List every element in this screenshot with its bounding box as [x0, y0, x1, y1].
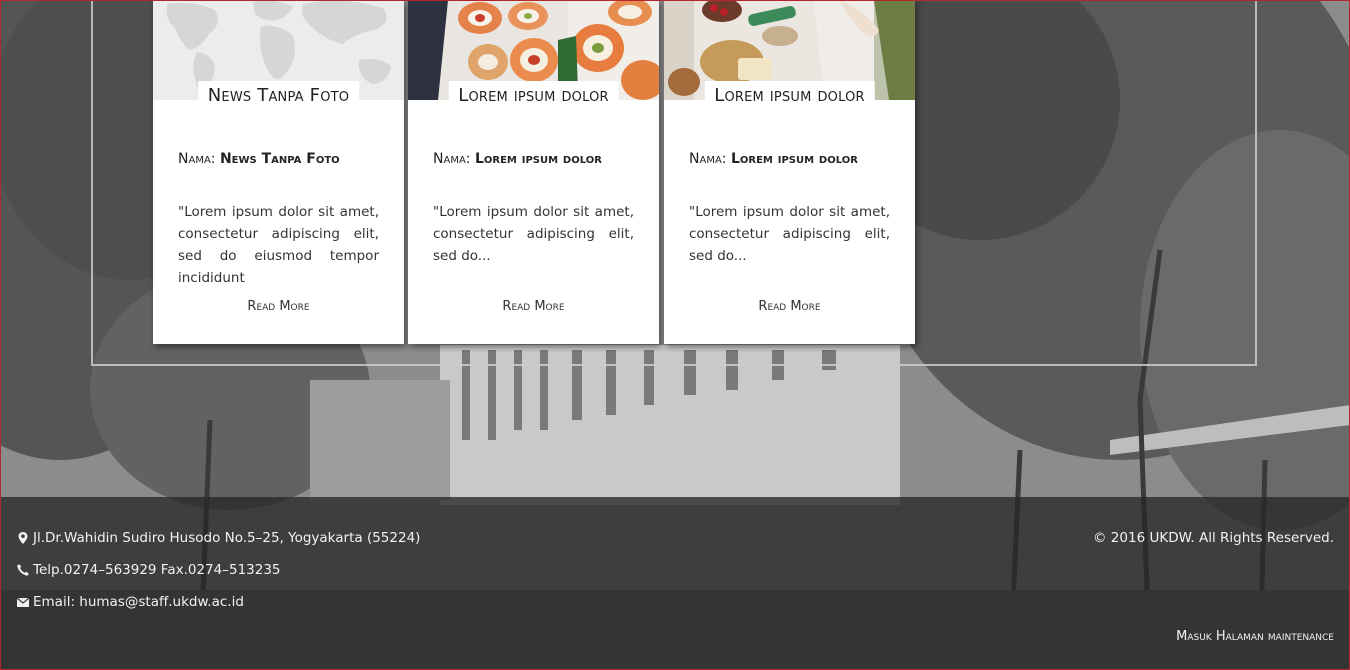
site-footer: Jl.Dr.Wahidin Sudiro Husodo No.5–25, Yog… [0, 497, 1350, 670]
meta-value: Lorem ipsum dolor [730, 151, 858, 167]
phone-text: Telp.0274–563929 Fax.0274–513235 [33, 562, 281, 578]
news-card[interactable]: Lorem ipsum dolor Nama: Lorem ipsum dolo… [408, 0, 659, 344]
news-card-title[interactable]: Lorem ipsum dolor [704, 81, 875, 111]
news-card-excerpt: "Lorem ipsum dolor sit amet, consectetur… [689, 204, 890, 264]
news-card-meta: Nama: Lorem ipsum dolor [689, 151, 858, 167]
read-more-link[interactable]: Read More [664, 299, 915, 314]
read-more-link[interactable]: Read More [408, 299, 659, 314]
email-text[interactable]: Email: humas@staff.ukdw.ac.id [33, 594, 244, 610]
copyright-text: © 2016 UKDW. All Rights Reserved. [1093, 530, 1334, 546]
news-card-meta: Nama: Lorem ipsum dolor [433, 151, 602, 167]
meta-label: Nama: [433, 151, 475, 167]
map-marker-icon [16, 531, 30, 545]
news-card-excerpt: "Lorem ipsum dolor sit amet, consectetur… [433, 204, 634, 264]
envelope-icon [16, 595, 30, 609]
meta-value: News Tanpa Foto [219, 151, 340, 167]
footer-address: Jl.Dr.Wahidin Sudiro Husodo No.5–25, Yog… [16, 530, 420, 546]
address-text: Jl.Dr.Wahidin Sudiro Husodo No.5–25, Yog… [33, 530, 421, 546]
news-card[interactable]: Lorem ipsum dolor Nama: Lorem ipsum dolo… [664, 0, 915, 344]
read-more-link[interactable]: Read More [153, 299, 404, 314]
meta-value: Lorem ipsum dolor [474, 151, 602, 167]
news-card-title[interactable]: News Tanpa Foto [197, 81, 360, 111]
meta-label: Nama: [178, 151, 220, 167]
news-card-excerpt: "Lorem ipsum dolor sit amet, consectetur… [178, 204, 379, 286]
news-card-meta: Nama: News Tanpa Foto [178, 151, 340, 167]
footer-email: Email: humas@staff.ukdw.ac.id [16, 594, 244, 610]
footer-phone: Telp.0274–563929 Fax.0274–513235 [16, 562, 281, 578]
maintenance-link[interactable]: Masuk Halaman maintenance [1176, 629, 1334, 644]
news-card-title[interactable]: Lorem ipsum dolor [448, 81, 619, 111]
phone-icon [16, 563, 30, 577]
news-card[interactable]: News Tanpa Foto Nama: News Tanpa Foto "L… [153, 0, 404, 344]
meta-label: Nama: [689, 151, 731, 167]
